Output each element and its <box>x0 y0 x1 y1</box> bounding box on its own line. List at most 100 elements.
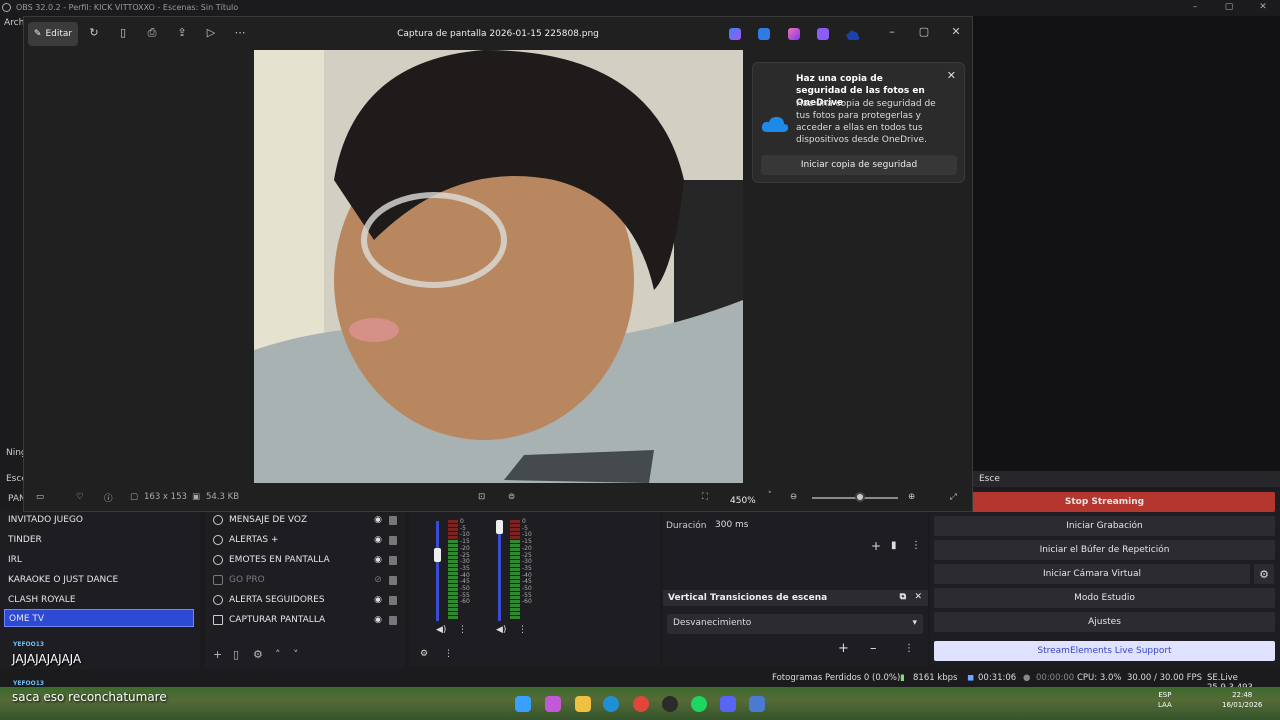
maximize-icon[interactable]: ▢ <box>1212 0 1246 16</box>
mixer-settings-icon[interactable]: ⚙ <box>420 649 428 659</box>
scene-item[interactable]: IRL <box>4 551 194 569</box>
edge-icon[interactable] <box>603 696 619 712</box>
lock-icon[interactable] <box>389 535 397 545</box>
eye-icon[interactable]: ◉ <box>371 595 385 605</box>
duration-input[interactable]: 300 ms <box>711 517 923 535</box>
clock[interactable]: 22:48 16/01/2026 <box>1222 690 1262 710</box>
volume-fader[interactable] <box>498 521 501 621</box>
viewer-status-bar: ▭ ♡ ⓘ ▢ 163 x 153 ▣ 54.3 KB ⊡ ⊜ ⛶ 450% ˅… <box>24 483 972 511</box>
maximize-icon[interactable]: ▢ <box>916 25 932 38</box>
undock-icon[interactable]: ⧉ <box>900 592 906 602</box>
info-icon[interactable]: ⓘ <box>104 492 113 504</box>
designer-icon[interactable] <box>758 28 770 40</box>
chevron-down-icon[interactable]: ˅ <box>293 648 299 661</box>
streamelements-support-button[interactable]: StreamElements Live Support <box>934 641 1275 661</box>
chevron-up-icon[interactable]: ˄ <box>275 648 281 661</box>
source-label: CAPTURAR PANTALLA <box>229 615 326 625</box>
studio-mode-button[interactable]: Modo Estudio <box>934 588 1275 608</box>
lock-icon[interactable] <box>389 515 397 525</box>
clock-time: 22:48 <box>1232 691 1253 699</box>
eye-icon[interactable]: ◉ <box>371 615 385 625</box>
source-item[interactable]: ALERTAS + ◉ <box>213 531 403 549</box>
zoom-in-icon[interactable]: ⊕ <box>908 492 915 502</box>
favorite-icon[interactable]: ♡ <box>76 492 84 502</box>
speaker-icon[interactable]: ◀) <box>436 625 446 635</box>
remove-transition-button[interactable]: – <box>870 641 877 656</box>
volume-fader-knob[interactable] <box>434 548 441 562</box>
source-item[interactable]: MENSAJE DE VOZ ◉ <box>213 511 403 529</box>
source-item[interactable]: ALERTA SEGUIDORES ◉ <box>213 591 403 609</box>
filmstrip-icon[interactable]: ▭ <box>36 492 44 502</box>
zoom-out-icon[interactable]: ⊖ <box>790 492 797 502</box>
start-recording-button[interactable]: Iniciar Grabación <box>934 516 1275 536</box>
more-options-icon[interactable]: ⋮ <box>904 643 914 654</box>
picsart-icon[interactable] <box>817 28 829 40</box>
source-item[interactable]: GO PRO ⊘ <box>213 571 403 589</box>
scene-item[interactable]: TINDER <box>4 531 194 549</box>
fullscreen-icon[interactable]: ⤢ <box>950 492 957 502</box>
transition-select[interactable]: Desvanecimiento ▾ <box>667 614 923 634</box>
actual-size-icon[interactable]: ⊡ <box>478 492 485 502</box>
obs-menu-file[interactable]: Arch <box>4 18 24 28</box>
eye-icon[interactable]: ◉ <box>371 515 385 525</box>
minimize-icon[interactable]: – <box>884 25 900 38</box>
volume-fader[interactable] <box>436 521 439 621</box>
start-icon[interactable] <box>515 696 531 712</box>
stop-streaming-button[interactable]: Stop Streaming <box>934 492 1275 512</box>
copilot-icon[interactable] <box>729 28 741 40</box>
meter-scale: 0 -5 -10 -15 -20 -25 -30 -35 -40 -45 -50 -55 -60 <box>522 518 532 606</box>
scene-item[interactable]: CLASH ROYALE <box>4 591 194 609</box>
add-icon[interactable]: + <box>213 648 222 661</box>
virtual-camera-button[interactable]: Iniciar Cámara Virtual <box>934 564 1250 584</box>
settings-button[interactable]: Ajustes <box>934 612 1275 632</box>
volume-fader-knob[interactable] <box>496 520 503 534</box>
source-item[interactable]: EMOTES EN PANTALLA ◉ <box>213 551 403 569</box>
add-transition-button[interactable]: + <box>838 641 849 656</box>
zoom-select[interactable]: 450% ˅ <box>724 487 776 507</box>
record-icon: ● <box>1023 673 1031 683</box>
file-explorer-icon[interactable] <box>575 696 591 712</box>
scene-item[interactable]: KARAOKE O JUST DANCE <box>4 571 194 589</box>
zoom-slider-knob[interactable] <box>855 492 865 502</box>
onedrive-cloud-icon <box>761 116 789 132</box>
lock-icon[interactable] <box>389 575 397 585</box>
more-options-icon[interactable]: ⋮ <box>518 625 527 635</box>
copilot-icon[interactable] <box>545 696 561 712</box>
eye-icon[interactable]: ◉ <box>371 535 385 545</box>
more-options-icon[interactable]: ⋮ <box>444 649 453 659</box>
chrome-icon[interactable] <box>633 696 649 712</box>
trash-icon[interactable]: ▮ <box>891 540 897 551</box>
source-item[interactable]: CAPTURAR PANTALLA ◉ <box>213 611 403 629</box>
add-icon[interactable]: + <box>871 539 881 553</box>
speaker-icon[interactable]: ◀) <box>496 625 506 635</box>
lock-icon[interactable] <box>389 615 397 625</box>
eye-icon[interactable]: ◉ <box>371 555 385 565</box>
lock-icon[interactable] <box>389 555 397 565</box>
scene-item[interactable]: INVITADO JUEGO <box>4 511 194 529</box>
close-icon[interactable]: ✕ <box>948 25 964 38</box>
close-icon[interactable]: ✕ <box>947 69 956 82</box>
lock-icon[interactable] <box>389 595 397 605</box>
transition-selected: Desvanecimiento <box>673 618 752 628</box>
trash-icon[interactable]: ▯ <box>233 648 239 661</box>
language-indicator[interactable]: ESP LAA <box>1158 690 1172 710</box>
more-options-icon[interactable]: ⋮ <box>458 625 467 635</box>
clipchamp-icon[interactable] <box>788 28 800 40</box>
photos-icon[interactable] <box>749 696 765 712</box>
eye-hidden-icon[interactable]: ⊘ <box>371 575 385 585</box>
discord-icon[interactable] <box>720 696 736 712</box>
close-icon[interactable]: ✕ <box>1246 0 1280 16</box>
replay-buffer-button[interactable]: Iniciar el Búfer de Repetición <box>934 540 1275 560</box>
close-icon[interactable]: ✕ <box>914 592 922 602</box>
scene-item-selected[interactable]: OME TV <box>4 609 194 627</box>
gear-icon[interactable]: ⚙ <box>253 648 263 661</box>
fit-to-window-icon[interactable]: ⛶ <box>702 492 708 502</box>
spotify-icon[interactable] <box>691 696 707 712</box>
start-backup-button[interactable]: Iniciar copia de seguridad <box>761 155 957 175</box>
gear-icon[interactable]: ⚙ <box>1254 564 1274 584</box>
minimize-icon[interactable]: – <box>1178 0 1212 16</box>
more-options-icon[interactable]: ⋮ <box>911 540 921 551</box>
obs-icon[interactable] <box>662 696 678 712</box>
chat-username: YEFOO13 <box>13 641 45 648</box>
compare-icon[interactable]: ⊜ <box>508 492 515 502</box>
